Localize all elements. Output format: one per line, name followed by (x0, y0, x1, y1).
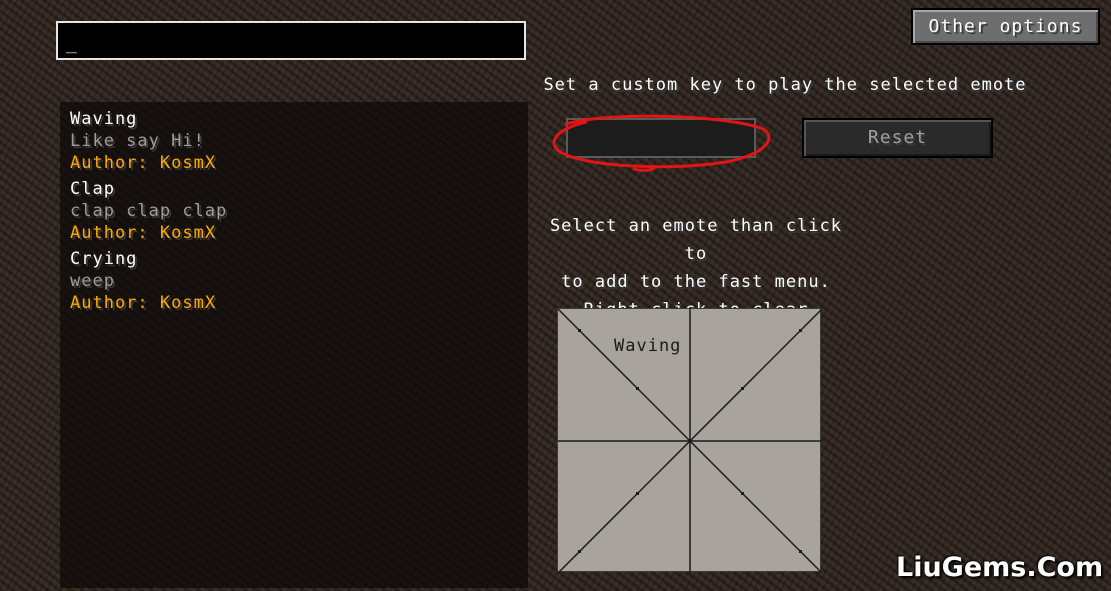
emote-name: Clap (70, 179, 115, 199)
search-input-value: _ (66, 33, 77, 54)
fast-menu-slot-label: Waving (614, 336, 682, 356)
emote-author: Author: KosmX (70, 223, 217, 243)
emote-list[interactable]: Waving Like say Hi! Author: KosmX Clap c… (60, 102, 528, 588)
emote-author: Author: KosmX (70, 293, 217, 313)
list-item[interactable]: Crying weep Author: KosmX (70, 248, 518, 314)
list-item[interactable]: Waving Like say Hi! Author: KosmX (70, 108, 518, 174)
keybind-field[interactable] (566, 118, 756, 158)
emote-description: clap clap clap (70, 201, 228, 221)
list-item[interactable]: Clap clap clap clap Author: KosmX (70, 178, 518, 244)
emote-description: weep (70, 271, 115, 291)
emote-name: Waving (70, 109, 138, 129)
emote-author: Author: KosmX (70, 153, 217, 173)
fast-menu-grid (558, 309, 822, 573)
emote-name: Crying (70, 249, 138, 269)
search-input[interactable]: _ (56, 21, 526, 60)
other-options-button[interactable]: Other options (911, 8, 1100, 45)
emote-description: Like say Hi! (70, 131, 205, 151)
instruction-line: Select an emote than click to (549, 216, 843, 264)
keybind-label: Set a custom key to play the selected em… (543, 75, 1027, 95)
reset-button[interactable]: Reset (802, 118, 993, 158)
fast-menu-wheel[interactable]: Waving (557, 308, 822, 573)
watermark: LiuGems.Com (896, 552, 1104, 583)
instruction-line: to add to the fast menu. (561, 272, 831, 292)
